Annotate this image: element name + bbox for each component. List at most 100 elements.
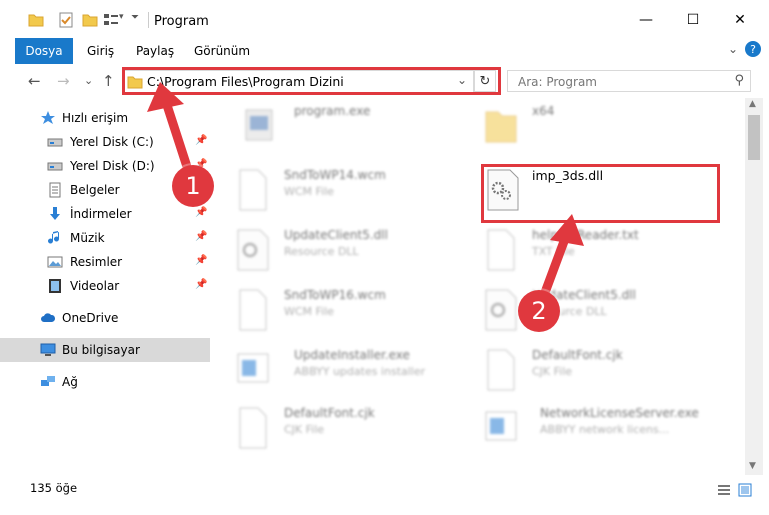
file-name: UpdateInstaller.exe	[294, 348, 410, 362]
documents-icon	[49, 182, 61, 198]
ribbon-collapse-icon[interactable]: ⌄	[728, 42, 738, 56]
list-item[interactable]: NetworkLicenseServer.exe ABBYY network l…	[484, 406, 714, 456]
view-options-icon[interactable]	[103, 12, 119, 28]
file-name: DefaultFont.cjk	[284, 406, 375, 420]
up-button[interactable]: ↑	[102, 72, 115, 90]
sidebar-item-quick-access[interactable]: Hızlı erişim	[0, 106, 210, 130]
pin-icon: 📌	[195, 207, 208, 218]
address-highlight-box	[122, 67, 501, 95]
scroll-up-icon[interactable]: ▲	[749, 99, 756, 109]
sidebar-item-this-pc[interactable]: Bu bilgisayar	[0, 338, 210, 362]
file-name: x64	[532, 104, 555, 118]
item-count: 135 öğe	[30, 481, 78, 495]
search-icon[interactable]: ⚲	[734, 73, 744, 88]
file-highlight-box	[481, 164, 720, 223]
exe-icon	[245, 109, 273, 141]
file-type: WCM File	[284, 185, 334, 198]
file-name: SndToWP14.wcm	[284, 168, 386, 182]
sidebar-item-music[interactable]: Müzik 📌	[0, 226, 210, 250]
sidebar-item-label: Bu bilgisayar	[62, 343, 140, 357]
sidebar-item-label: Yerel Disk (D:)	[70, 159, 155, 173]
sidebar-item-label: Hızlı erişim	[62, 111, 129, 125]
sidebar-item-label: Müzik	[70, 231, 105, 245]
pin-icon: 📌	[195, 231, 208, 242]
sidebar-item-pictures[interactable]: Resimler 📌	[0, 250, 210, 274]
sidebar-item-label: Belgeler	[70, 183, 120, 197]
list-item[interactable]: helpmeReader.txt TXT File	[484, 228, 714, 278]
help-icon[interactable]: ?	[745, 41, 761, 57]
file-type: CJK File	[284, 423, 325, 436]
list-item[interactable]: program.exe	[242, 104, 472, 154]
folder-icon	[28, 14, 44, 27]
file-name: NetworkLicenseServer.exe	[540, 406, 699, 420]
recent-locations-button[interactable]: ⌄	[84, 74, 93, 87]
customize-toolbar-icon[interactable]: ⏷	[131, 12, 139, 23]
tab-home[interactable]: Giriş	[87, 44, 114, 58]
computer-icon	[40, 343, 56, 356]
large-icons-view-icon[interactable]	[738, 483, 752, 497]
title-bar: ▾ ⏷ Program — ☐ ✕	[0, 0, 769, 38]
list-item[interactable]: SndToWP16.wcm WCM File	[236, 288, 466, 338]
sidebar-item-videos[interactable]: Videolar 📌	[0, 274, 210, 298]
tab-view[interactable]: Görünüm	[194, 44, 250, 58]
sidebar-item-label: OneDrive	[62, 311, 119, 325]
tab-file[interactable]: Dosya	[15, 38, 73, 64]
divider	[148, 12, 149, 28]
music-icon	[48, 231, 59, 244]
step-badge-1: 1	[172, 165, 214, 207]
navigation-pane: Hızlı erişim Yerel Disk (C:) 📌 Yerel Dis…	[0, 98, 210, 475]
maximize-button[interactable]: ☐	[670, 6, 716, 34]
tab-share[interactable]: Paylaş	[136, 44, 174, 58]
pin-icon: 📌	[195, 135, 208, 146]
list-item[interactable]: SndToWP14.wcm WCM File	[236, 168, 466, 218]
window-title: Program	[154, 14, 209, 29]
sidebar-item-downloads[interactable]: İndirmeler 📌	[0, 202, 210, 226]
search-input[interactable]	[516, 73, 720, 91]
star-icon	[41, 111, 55, 124]
list-item[interactable]: UpdateClient5.dll Resource DLL	[236, 228, 466, 278]
file-icon	[487, 349, 515, 391]
file-type: Resource DLL	[284, 245, 359, 258]
file-icon	[239, 407, 267, 449]
file-type: TXT File	[532, 245, 575, 258]
new-folder-icon[interactable]	[82, 12, 98, 28]
list-item[interactable]: UpdateInstaller.exe ABBYY updates instal…	[236, 348, 466, 398]
back-button[interactable]: ←	[28, 72, 41, 90]
sidebar-item-label: Yerel Disk (C:)	[70, 135, 154, 149]
chevron-down-icon[interactable]: ▾	[119, 12, 124, 22]
list-item[interactable]: DefaultFont.cjk CJK File	[236, 406, 466, 456]
installer-icon	[485, 411, 517, 441]
status-bar: 135 öğe	[0, 475, 769, 515]
scroll-down-icon[interactable]: ▼	[749, 461, 756, 471]
installer-icon	[237, 353, 269, 383]
search-box[interactable]: ⚲	[507, 70, 751, 92]
dll-icon	[237, 229, 269, 271]
file-name: SndToWP16.wcm	[284, 288, 386, 302]
sidebar-item-local-disk-c[interactable]: Yerel Disk (C:) 📌	[0, 130, 210, 154]
drive-icon	[47, 162, 63, 171]
file-type: ABBYY network licens...	[540, 423, 670, 436]
pin-icon: 📌	[195, 279, 208, 290]
list-item[interactable]: x64	[484, 104, 714, 154]
pin-icon: 📌	[195, 255, 208, 266]
properties-icon[interactable]	[58, 12, 74, 28]
file-icon	[239, 169, 267, 211]
file-type: CJK File	[532, 365, 573, 378]
sidebar-item-network[interactable]: Ağ	[0, 370, 210, 394]
file-icon	[239, 289, 267, 331]
sidebar-item-onedrive[interactable]: OneDrive	[0, 306, 210, 330]
vertical-scrollbar[interactable]: ▲ ▼	[745, 98, 763, 475]
list-item[interactable]: DefaultFont.cjk CJK File	[484, 348, 714, 398]
forward-button[interactable]: →	[57, 72, 70, 90]
drive-icon	[47, 138, 63, 147]
details-view-icon[interactable]	[717, 483, 731, 497]
close-button[interactable]: ✕	[717, 6, 763, 34]
network-icon	[41, 376, 55, 386]
dll-icon	[485, 289, 517, 331]
file-type: ABBYY updates installer	[294, 365, 426, 378]
sidebar-item-label: Videolar	[70, 279, 120, 293]
folder-icon	[485, 111, 517, 143]
scroll-thumb[interactable]	[748, 115, 760, 160]
minimize-button[interactable]: —	[623, 6, 669, 34]
pictures-icon	[47, 256, 63, 268]
